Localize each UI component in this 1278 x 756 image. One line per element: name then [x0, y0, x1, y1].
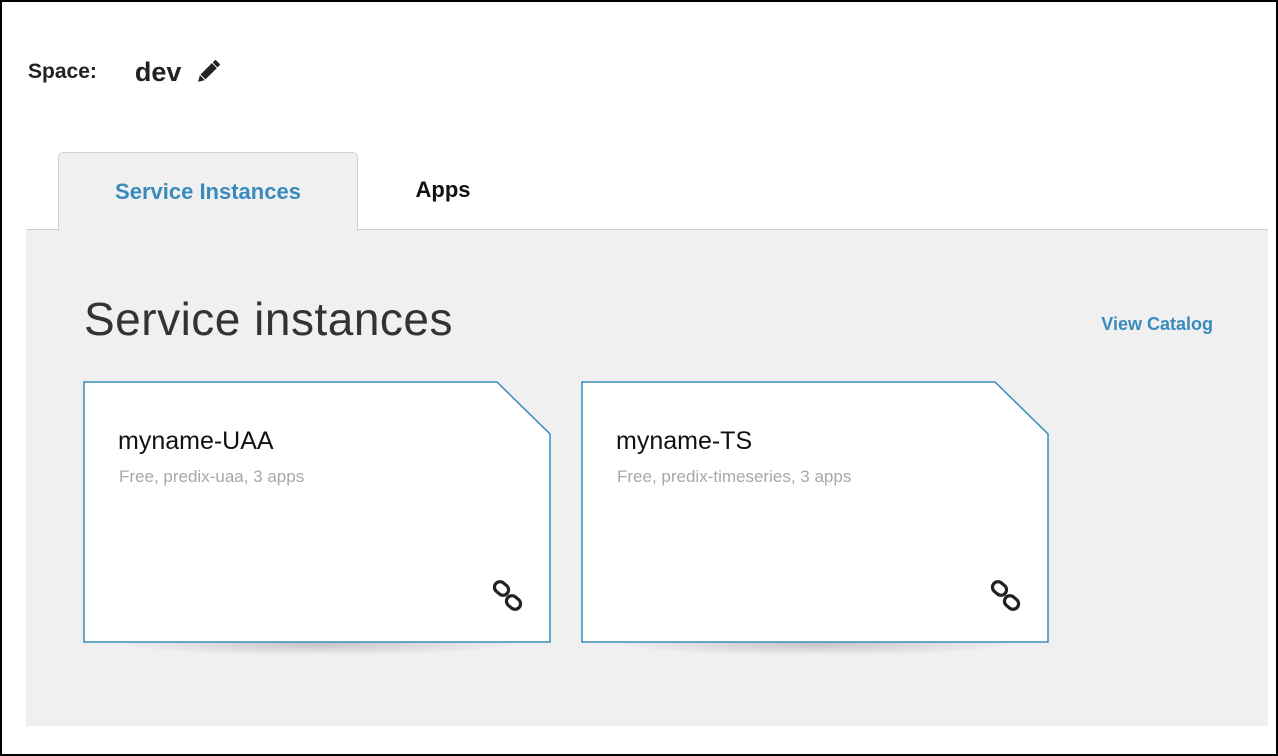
view-catalog-link[interactable]: View Catalog [1101, 314, 1213, 335]
pencil-icon[interactable] [193, 57, 223, 87]
card-title: myname-TS [616, 427, 753, 455]
service-instance-card[interactable]: myname-TS Free, predix-timeseries, 3 app… [581, 381, 1049, 655]
tab-apps[interactable]: Apps [358, 152, 528, 228]
service-instance-card[interactable]: myname-UAA Free, predix-uaa, 3 apps [83, 381, 551, 655]
card-details: Free, predix-timeseries, 3 apps [617, 467, 852, 486]
tab-service-instances[interactable]: Service Instances [58, 152, 358, 231]
space-header: Space: dev [28, 52, 223, 92]
link-icon[interactable] [989, 579, 1023, 613]
card-title: myname-UAA [118, 427, 274, 455]
tab-bar: Service Instances Apps [58, 152, 528, 231]
card-outline [83, 381, 551, 643]
card-outline [581, 381, 1049, 643]
service-instances-panel: Service instances View Catalog myname-UA… [26, 229, 1268, 726]
link-icon[interactable] [491, 579, 525, 613]
space-label: Space: [28, 60, 97, 83]
page-title: Service instances [84, 293, 453, 345]
space-name: dev [134, 56, 182, 87]
page-frame: Space: dev Service Instances Apps Servic… [0, 0, 1278, 756]
card-details: Free, predix-uaa, 3 apps [119, 467, 305, 486]
